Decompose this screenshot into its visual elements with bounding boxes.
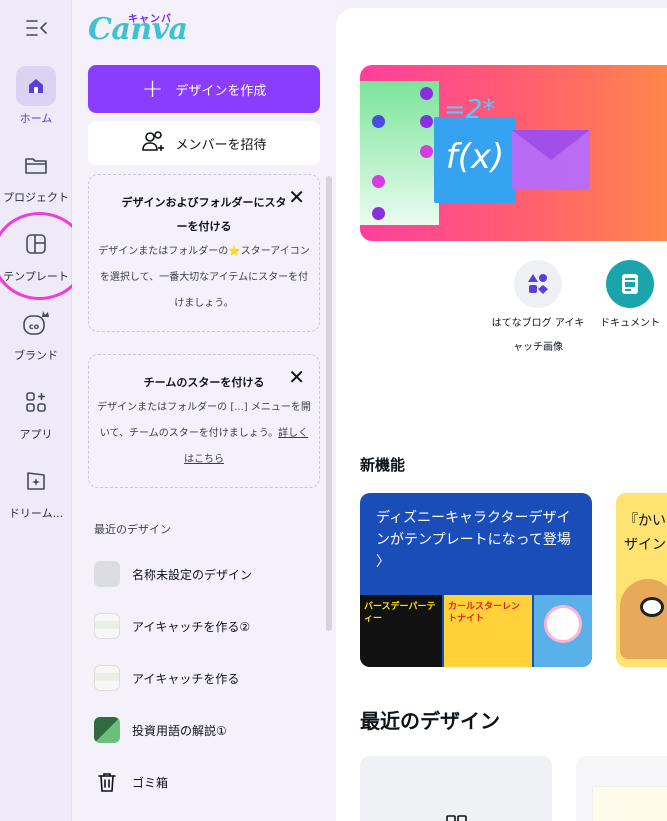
- dot: [420, 115, 433, 128]
- recent-item[interactable]: アイキャッチを作る: [94, 664, 314, 692]
- character-eye: [640, 597, 664, 617]
- hero-formula-small: =2*: [444, 95, 496, 125]
- rail-label-projects: プロジェクト: [3, 191, 69, 204]
- design-thumbnail: [94, 665, 120, 691]
- avatar: [544, 605, 582, 643]
- recent-item[interactable]: 名称未設定のデザイン: [94, 560, 314, 588]
- dot: [420, 145, 433, 158]
- close-icon[interactable]: ✕: [288, 187, 305, 207]
- hero-banner[interactable]: =2* f(x): [360, 65, 667, 241]
- grid-icon: [446, 815, 467, 821]
- rail-item-apps[interactable]: アプリ: [0, 382, 72, 442]
- hero-card-dots: [360, 81, 439, 225]
- quick-document[interactable]: ドキュメント: [581, 260, 667, 336]
- document-icon: [606, 260, 654, 308]
- recent-item-label: 投資用語の解説①: [132, 723, 227, 738]
- trash-icon: [94, 772, 120, 792]
- feature-partial-line1: 『かい: [624, 513, 666, 529]
- dot: [372, 115, 385, 128]
- main-content: =2* f(x) はてなブログ アイキャッチ画像 ドキュメント 新機能 ディズニ…: [336, 8, 667, 821]
- recent-designs-heading: 最近のデザイン: [360, 709, 500, 733]
- recent-item[interactable]: アイキャッチを作る②: [94, 612, 314, 640]
- design-thumbnail: [94, 613, 120, 639]
- new-features-heading: 新機能: [360, 456, 406, 474]
- rail-item-home[interactable]: ホーム: [0, 66, 72, 126]
- feature-disney-text: ディズニーキャラクターデザインがテンプレートになって登場 〉: [376, 507, 581, 573]
- add-person-icon: [141, 130, 165, 156]
- poster-thumbnail: [534, 595, 592, 667]
- dream-lab-icon: [16, 461, 56, 501]
- panel-scrollbar[interactable]: [326, 176, 332, 631]
- collapse-menu-icon[interactable]: [24, 18, 50, 44]
- tip-card-star: ✕ デザインおよびフォルダーにスターを付ける デザインまたはフォルダーの⭐スター…: [88, 174, 320, 332]
- feature-card-partial[interactable]: 『かい ザイン: [616, 493, 667, 667]
- quick-label: ドキュメント: [600, 318, 660, 329]
- recent-design-card[interactable]: [576, 756, 667, 821]
- dot: [372, 207, 385, 220]
- rail-label-brand: ブランド: [14, 349, 58, 362]
- shapes-icon: [514, 260, 562, 308]
- trash-label: ゴミ箱: [132, 775, 169, 790]
- recent-designs-label: 最近のデザイン: [94, 523, 171, 536]
- poster-thumbnail: バースデーパーティー: [360, 595, 442, 667]
- design-thumbnail: [94, 561, 120, 587]
- create-design-label: デザインを作成: [175, 83, 267, 99]
- trash-item[interactable]: ゴミ箱: [94, 768, 314, 796]
- rail-label-dream-lab: ドリーム...: [8, 507, 64, 520]
- recent-item-label: アイキャッチを作る②: [132, 619, 251, 634]
- home-icon: [16, 66, 56, 106]
- character-illustration: [620, 579, 667, 659]
- tip-team-body: デザインまたはフォルダーの [...] メニューを開いて、チームのスターを付けま…: [97, 395, 311, 473]
- design-thumbnail: [94, 717, 120, 743]
- feature-disney-label: ディズニーキャラクターデザインがテンプレートになって登場: [376, 510, 571, 548]
- rail-label-home: ホーム: [19, 112, 53, 125]
- tip-star-body: デザインまたはフォルダーの⭐スターアイコンを選択して、一番大切なアイテムにスター…: [97, 239, 311, 317]
- plus-icon: +: [141, 74, 164, 104]
- quick-hatena-eyecatch[interactable]: はてなブログ アイキャッチ画像: [489, 260, 587, 360]
- recent-design-card[interactable]: [360, 756, 552, 821]
- feature-partial-text: 『かい ザイン: [624, 509, 666, 557]
- hero-formula: =2* f(x): [434, 95, 516, 203]
- dot: [372, 175, 385, 188]
- close-icon[interactable]: ✕: [288, 367, 305, 387]
- canva-logo-kana: キャンバ: [128, 14, 172, 25]
- side-panel: Canva キャンバ + デザインを作成 メンバーを招待 ✕ デザインおよびフォ…: [72, 0, 336, 821]
- invite-members-button[interactable]: メンバーを招待: [88, 121, 320, 165]
- rail-item-brand[interactable]: co ブランド: [0, 303, 72, 363]
- star-icon: ⭐: [228, 246, 241, 257]
- rail-label-apps: アプリ: [19, 428, 53, 441]
- recent-item-label: アイキャッチを作る: [132, 671, 240, 686]
- poster-thumbnail: カールスターレントナイト: [444, 595, 532, 667]
- create-design-button[interactable]: + デザインを作成: [88, 65, 320, 113]
- poster-text: バースデーパーティー: [364, 602, 436, 624]
- feature-partial-line2: ザイン: [624, 537, 666, 553]
- rail-item-dream-lab[interactable]: ドリーム...: [0, 461, 72, 521]
- svg-text:co: co: [29, 322, 40, 331]
- invite-members-label: メンバーを招待: [175, 137, 267, 153]
- design-thumbnail: [592, 786, 667, 821]
- brand-icon: co: [16, 303, 56, 343]
- feature-card-disney[interactable]: ディズニーキャラクターデザインがテンプレートになって登場 〉 バースデーパーティ…: [360, 493, 592, 667]
- hero-formula-text: f(x): [445, 137, 505, 177]
- rail-item-projects[interactable]: プロジェクト: [0, 145, 72, 205]
- quick-label: はてなブログ アイキャッチ画像: [491, 318, 585, 353]
- tip-team-title: チームのスターを付ける: [143, 376, 265, 389]
- envelope-icon: [512, 130, 590, 190]
- recent-item-label: 名称未設定のデザイン: [132, 567, 253, 582]
- tip-card-team-star: ✕ チームのスターを付ける デザインまたはフォルダーの [...] メニューを開…: [88, 354, 320, 488]
- dot: [420, 87, 433, 100]
- recent-item[interactable]: 投資用語の解説①: [94, 716, 314, 744]
- apps-icon: [16, 382, 56, 422]
- tip-star-title: デザインおよびフォルダーにスターを付ける: [121, 196, 287, 233]
- poster-text: カールスターレントナイト: [448, 602, 521, 624]
- tip-star-body-before: デザインまたはフォルダーの: [98, 246, 229, 257]
- folder-icon: [16, 145, 56, 185]
- chevron-right-icon: 〉: [376, 554, 390, 570]
- left-rail: ホーム プロジェクト テンプレート co ブランド アプリ ドリーム...: [0, 0, 87, 821]
